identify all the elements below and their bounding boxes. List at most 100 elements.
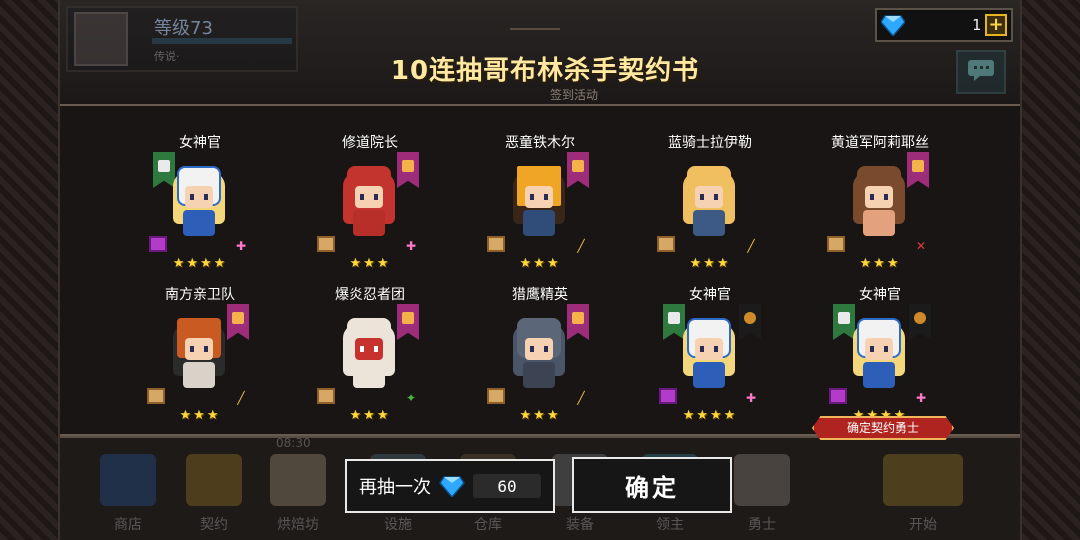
hero-card[interactable]: 恶童铁木尔 ╱ ★★★ [465, 132, 615, 282]
hero-card[interactable]: 女神官 ✚ ★★★★ [125, 132, 275, 282]
hero-card[interactable]: 黄道军阿莉耶丝 ✕ ★★★ [805, 132, 955, 282]
hero-name: 黄道军阿莉耶丝 [831, 135, 929, 151]
star-rating: ★★★ [689, 256, 731, 271]
star-rating: ★★★ [519, 408, 561, 423]
player-card: 等级73 传说· [66, 6, 298, 72]
player-subtitle: 传说· [154, 50, 180, 63]
guild-banner-icon [567, 152, 589, 188]
confirm-contract-hero-tag[interactable]: 确定契约勇士 [812, 416, 954, 440]
avatar [74, 12, 128, 66]
hero-sprite [507, 160, 571, 240]
healer-role-icon: ✚ [405, 239, 417, 253]
sign-event-label: 签到活动 [550, 88, 599, 102]
shop-icon [100, 454, 156, 506]
star-rating: ★★★★ [682, 408, 738, 423]
helmet-icon [734, 454, 790, 506]
dock-contract: 契约 [174, 446, 254, 536]
dock-start: 开始 [868, 446, 978, 536]
draw-again-label: 再抽一次 [359, 477, 431, 498]
scroll-icon [147, 388, 165, 404]
left-ornate-frame [0, 0, 60, 540]
hero-sprite [847, 160, 911, 240]
sword-role-icon: ╱ [577, 391, 585, 405]
healer-role-icon: ✚ [745, 391, 757, 405]
bakery-timer: 08:30 [276, 436, 311, 450]
start-icon [883, 454, 963, 506]
scroll-icon [657, 236, 675, 252]
contract-icon [186, 454, 242, 506]
hero-sprite [677, 160, 741, 240]
scroll-icon [487, 236, 505, 252]
sword-role-icon: ╱ [577, 239, 585, 253]
hero-name: 爆炎忍者团 [335, 287, 405, 303]
scroll-icon [659, 388, 677, 404]
star-rating: ★★★ [349, 256, 391, 271]
healer-role-icon: ✚ [915, 391, 927, 405]
hero-card[interactable]: 女神官 ✚ ★★★★ [805, 284, 955, 434]
cookie-banner-icon [909, 304, 931, 340]
page-title: 10连抽哥布林杀手契约书 [390, 56, 700, 86]
cookie-banner-icon [739, 304, 761, 340]
contract-results-panel: 女神官 ✚ ★★★★ 修道院长 ✚ ★★★ 恶童铁木尔 ╱ ★★★ 蓝骑士拉伊勒… [60, 104, 1020, 436]
hero-sprite [337, 160, 401, 240]
dock-warrior: 勇士 [722, 446, 802, 536]
scroll-icon [827, 236, 845, 252]
hero-name: 蓝骑士拉伊勒 [668, 135, 752, 151]
star-rating: ★★★ [179, 408, 221, 423]
scroll-icon [317, 236, 335, 252]
hero-sprite [337, 312, 401, 392]
hero-name: 修道院长 [342, 135, 398, 151]
hero-card[interactable]: 女神官 ✚ ★★★★ [635, 284, 785, 434]
scroll-icon [317, 388, 335, 404]
sword-role-icon: ╱ [747, 239, 755, 253]
hero-sprite [507, 312, 571, 392]
hero-name: 女神官 [859, 287, 901, 303]
hero-sprite [847, 312, 911, 392]
guild-banner-icon [397, 152, 419, 188]
guild-banner-icon [567, 304, 589, 340]
guild-banner-icon [907, 152, 929, 188]
dock-bakery: 烘焙坊 [258, 446, 338, 536]
chat-button[interactable] [956, 50, 1006, 94]
hero-name: 恶童铁木尔 [505, 135, 575, 151]
exp-bar [152, 38, 292, 44]
crossed-swords-role-icon: ✕ [915, 239, 927, 253]
confirm-button[interactable]: 确定 [572, 457, 732, 513]
hero-name: 女神官 [689, 287, 731, 303]
guild-banner-icon [227, 304, 249, 340]
chat-icon [966, 58, 996, 86]
hero-card[interactable]: 蓝骑士拉伊勒 ╱ ★★★ [635, 132, 785, 282]
add-gems-button[interactable]: + [985, 14, 1007, 36]
draw-cost: 60 [473, 474, 541, 498]
gem-count: 1 [971, 16, 981, 34]
shuriken-role-icon: ✦ [405, 391, 417, 405]
hero-sprite [677, 312, 741, 392]
diamond-icon [879, 12, 907, 38]
hero-card[interactable]: 猎鹰精英 ╱ ★★★ [465, 284, 615, 434]
scroll-icon [487, 388, 505, 404]
sword-role-icon: ╱ [237, 391, 245, 405]
right-ornate-frame [1020, 0, 1080, 540]
star-rating: ★★★★ [172, 256, 228, 271]
guild-banner-icon [397, 304, 419, 340]
gem-counter: 1 + [875, 8, 1013, 42]
hero-name: 女神官 [179, 135, 221, 151]
title-ornament [510, 28, 560, 40]
draw-again-button[interactable]: 再抽一次 60 [345, 459, 555, 513]
star-rating: ★★★ [349, 408, 391, 423]
healer-role-icon: ✚ [235, 239, 247, 253]
hero-card[interactable]: 爆炎忍者团 ✦ ★★★ [295, 284, 445, 434]
star-rating: ★★★ [859, 256, 901, 271]
dock-shop: 商店 [88, 446, 168, 536]
hero-sprite [167, 312, 231, 392]
player-level: 等级73 [154, 18, 213, 39]
scroll-icon [829, 388, 847, 404]
star-rating: ★★★ [519, 256, 561, 271]
hero-sprite [167, 160, 231, 240]
diamond-icon [439, 473, 467, 499]
hero-card[interactable]: 修道院长 ✚ ★★★ [295, 132, 445, 282]
scroll-icon [149, 236, 167, 252]
hero-card[interactable]: 南方亲卫队 ╱ ★★★ [125, 284, 275, 434]
bakery-icon [270, 454, 326, 506]
hero-name: 猎鹰精英 [512, 287, 568, 303]
